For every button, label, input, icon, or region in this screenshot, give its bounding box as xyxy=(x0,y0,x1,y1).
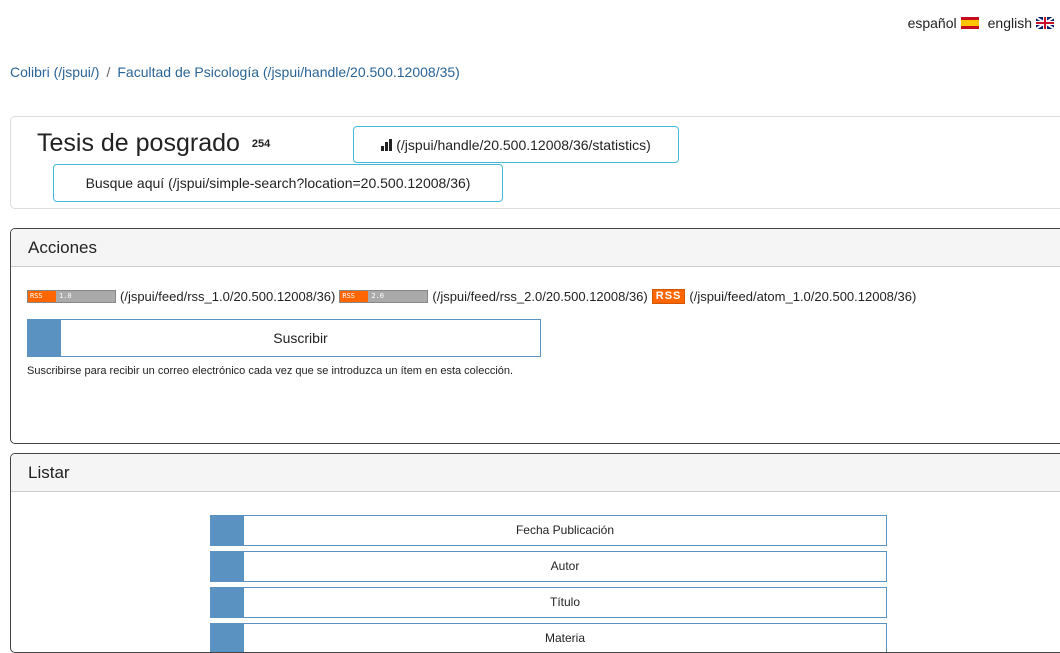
browse-accent xyxy=(211,624,244,652)
rss-1-link[interactable]: (/jspui/feed/rss_1.0/20.500.12008/36) xyxy=(120,289,335,304)
acciones-panel: Acciones RSS 1.0 (/jspui/feed/rss_1.0/20.… xyxy=(10,228,1060,444)
subscribe-button-accent xyxy=(28,320,61,356)
lang-es-link[interactable]: español xyxy=(908,15,957,31)
spain-flag-icon[interactable] xyxy=(960,17,979,29)
search-collection-label: Busque aquí (/jspui/simple-search?locati… xyxy=(85,175,471,191)
breadcrumb-faculty[interactable]: Facultad de Psicología (/jspui/handle/20… xyxy=(117,64,459,80)
bar-chart-icon xyxy=(381,138,393,151)
acciones-heading: Acciones xyxy=(11,229,1060,267)
subscribe-description: Suscribirse para recibir un correo elect… xyxy=(27,365,514,377)
subscribe-label: Suscribir xyxy=(273,330,328,346)
browse-author-label: Autor xyxy=(550,559,580,573)
listar-heading: Listar xyxy=(11,454,1060,492)
breadcrumb: Colibri (/jspui/) / Facultad de Psicología… xyxy=(10,64,460,80)
atom-link[interactable]: (/jspui/feed/atom_1.0/20.500.12008/36) xyxy=(689,289,916,304)
rss-2-link[interactable]: (/jspui/feed/rss_2.0/20.500.12008/36) xyxy=(432,289,647,304)
feed-links: RSS 1.0 (/jspui/feed/rss_1.0/20.500.12008… xyxy=(27,289,916,304)
search-collection-button[interactable]: Busque aquí (/jspui/simple-search?locati… xyxy=(53,164,503,202)
browse-title-label: Título xyxy=(549,595,580,609)
lang-en-link[interactable]: english xyxy=(988,15,1032,31)
atom-rss-badge-icon[interactable]: RSS xyxy=(651,289,686,304)
browse-accent xyxy=(211,552,244,581)
collection-title: Tesis de posgrado xyxy=(37,129,240,157)
browse-accent xyxy=(211,516,244,545)
statistics-label: (/jspui/handle/20.500.12008/36/statistic… xyxy=(396,136,651,153)
subscribe-button[interactable]: Suscribir xyxy=(27,319,541,357)
browse-author-button[interactable]: Autor xyxy=(210,551,887,582)
rss-2-badge-icon[interactable]: RSS 2.0 xyxy=(339,290,429,303)
language-switcher: español english xyxy=(908,15,1054,31)
item-count-badge: 254 xyxy=(251,138,271,151)
breadcrumb-home[interactable]: Colibri (/jspui/) xyxy=(10,64,99,80)
browse-date-label: Fecha Publicación xyxy=(515,523,615,537)
browse-subject-label: Materia xyxy=(544,631,585,645)
statistics-button[interactable]: (/jspui/handle/20.500.12008/36/statistic… xyxy=(353,126,679,163)
browse-subject-button[interactable]: Materia xyxy=(210,623,887,652)
collection-header: Tesis de posgrado 254 (/jspui/handle/20.5… xyxy=(10,116,1060,209)
browse-title-button[interactable]: Título xyxy=(210,587,887,618)
rss-1-badge-icon[interactable]: RSS 1.0 xyxy=(27,290,116,303)
breadcrumb-separator: / xyxy=(106,64,111,80)
page-title: Tesis de posgrado 254 xyxy=(37,129,270,158)
listar-panel: Listar Fecha Publicación Autor Título Ma… xyxy=(10,453,1060,653)
browse-date-button[interactable]: Fecha Publicación xyxy=(210,515,887,546)
uk-flag-icon[interactable] xyxy=(1036,17,1054,29)
browse-accent xyxy=(211,588,244,617)
